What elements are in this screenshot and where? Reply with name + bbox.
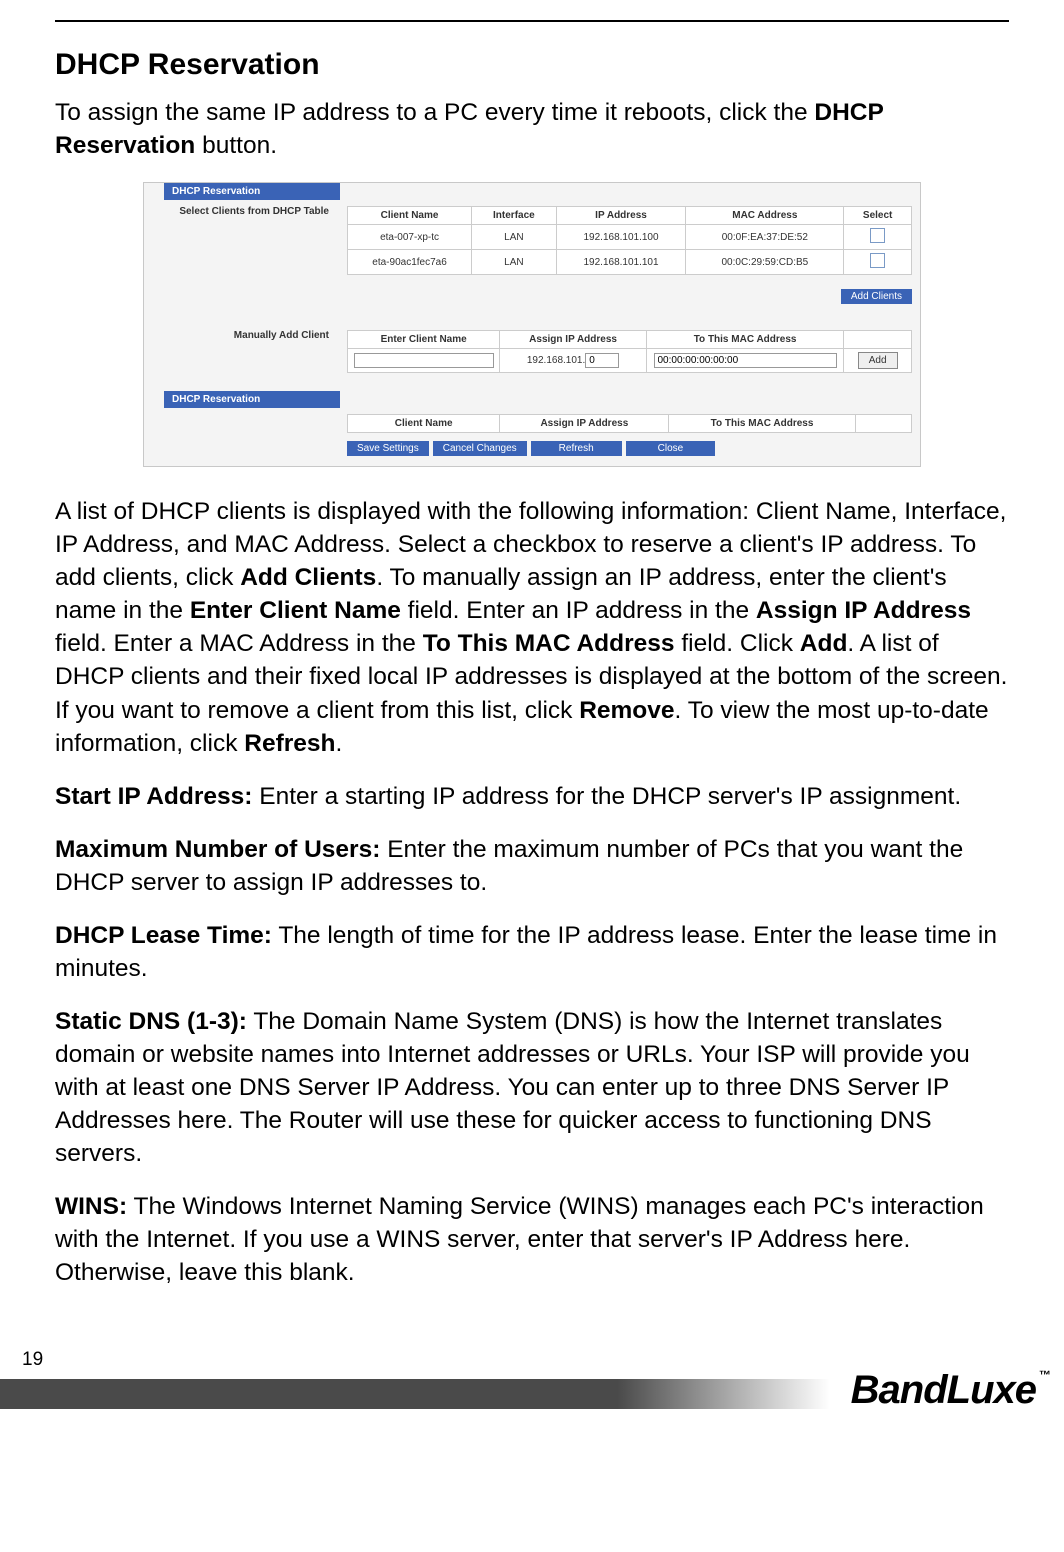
- mac-input[interactable]: [654, 353, 837, 368]
- text: To assign the same IP address to a PC ev…: [55, 99, 814, 126]
- emphasis: Add: [800, 630, 848, 657]
- cell-name: eta-007-xp-tc: [348, 225, 472, 250]
- text: .: [336, 730, 343, 757]
- col-ip: Assign IP Address: [500, 415, 669, 433]
- emphasis: Assign IP Address: [756, 597, 971, 624]
- checkbox-icon[interactable]: [870, 228, 885, 243]
- col-ip: IP Address: [556, 207, 686, 225]
- dhcp-reservation-screenshot: DHCP Reservation Select Clients from DHC…: [143, 182, 921, 467]
- cell-select[interactable]: [844, 250, 912, 275]
- brand-logo: BandLuxe™: [851, 1368, 1050, 1413]
- text: Enter a starting IP address for the DHCP…: [252, 783, 961, 810]
- panel-title: DHCP Reservation: [164, 391, 340, 408]
- col-interface: Interface: [472, 207, 557, 225]
- cell-mac: 00:0C:29:59:CD:B5: [686, 250, 844, 275]
- field-label: Maximum Number of Users:: [55, 836, 380, 863]
- col-assign-ip: Assign IP Address: [500, 331, 647, 349]
- field-label: Static DNS (1-3):: [55, 1008, 247, 1035]
- trademark-icon: ™: [1039, 1368, 1050, 1382]
- col-name: Client Name: [348, 415, 500, 433]
- text: field. Enter an IP address in the: [401, 597, 756, 624]
- field-label: Start IP Address:: [55, 783, 252, 810]
- checkbox-icon[interactable]: [870, 253, 885, 268]
- button-toolbar: Save Settings Cancel Changes Refresh Clo…: [347, 441, 912, 456]
- table-row: 192.168.101. Add: [348, 349, 912, 373]
- cell-ip: 192.168.101.100: [556, 225, 686, 250]
- emphasis: To This MAC Address: [423, 630, 675, 657]
- table-header-row: Client Name Interface IP Address MAC Add…: [348, 207, 912, 225]
- col-mac: MAC Address: [686, 207, 844, 225]
- ip-last-octet-input[interactable]: [585, 353, 619, 368]
- col-add: [844, 331, 912, 349]
- assign-ip-cell: 192.168.101.: [500, 349, 647, 373]
- table-row: eta-007-xp-tc LAN 192.168.101.100 00:0F:…: [348, 225, 912, 250]
- col-mac: To This MAC Address: [669, 415, 855, 433]
- ip-prefix: 192.168.101.: [527, 355, 585, 366]
- reservation-list-table: Client Name Assign IP Address To This MA…: [347, 414, 912, 433]
- table-header-row: Client Name Assign IP Address To This MA…: [348, 415, 912, 433]
- body-paragraph: Maximum Number of Users: Enter the maxim…: [55, 833, 1009, 899]
- col-select: Select: [844, 207, 912, 225]
- section-label: Select Clients from DHCP Table: [144, 200, 339, 314]
- text: field. Enter a MAC Address in the: [55, 630, 423, 657]
- client-name-cell[interactable]: [348, 349, 500, 373]
- table-header-row: Enter Client Name Assign IP Address To T…: [348, 331, 912, 349]
- save-settings-button[interactable]: Save Settings: [347, 441, 429, 456]
- body-paragraph: DHCP Lease Time: The length of time for …: [55, 919, 1009, 985]
- field-label: DHCP Lease Time:: [55, 922, 272, 949]
- col-enter-name: Enter Client Name: [348, 331, 500, 349]
- cell-name: eta-90ac1fec7a6: [348, 250, 472, 275]
- text: button.: [195, 132, 277, 159]
- dhcp-client-table: Client Name Interface IP Address MAC Add…: [347, 206, 912, 275]
- body-paragraph: Static DNS (1-3): The Domain Name System…: [55, 1005, 1009, 1170]
- add-clients-button[interactable]: Add Clients: [841, 289, 912, 304]
- cell-select[interactable]: [844, 225, 912, 250]
- emphasis: Add Clients: [240, 564, 376, 591]
- cell-iface: LAN: [472, 225, 557, 250]
- cell-ip: 192.168.101.101: [556, 250, 686, 275]
- refresh-button[interactable]: Refresh: [531, 441, 622, 456]
- emphasis: Refresh: [244, 730, 335, 757]
- logo-text: BandLuxe: [851, 1368, 1036, 1412]
- cancel-changes-button[interactable]: Cancel Changes: [433, 441, 527, 456]
- section-heading: DHCP Reservation: [55, 48, 1009, 82]
- body-paragraph: WINS: The Windows Internet Naming Servic…: [55, 1190, 1009, 1289]
- client-name-input[interactable]: [354, 353, 494, 368]
- close-button[interactable]: Close: [626, 441, 716, 456]
- add-cell: Add: [844, 349, 912, 373]
- panel-title: DHCP Reservation: [164, 183, 340, 200]
- emphasis: Remove: [579, 697, 674, 724]
- section-label: Manually Add Client: [144, 324, 339, 383]
- cell-mac: 00:0F:EA:37:DE:52: [686, 225, 844, 250]
- add-button[interactable]: Add: [858, 352, 898, 369]
- page-footer: 19 BandLuxe™: [0, 1349, 1064, 1409]
- manual-add-table: Enter Client Name Assign IP Address To T…: [347, 330, 912, 373]
- emphasis: Enter Client Name: [190, 597, 401, 624]
- intro-paragraph: To assign the same IP address to a PC ev…: [55, 96, 1009, 162]
- footer-bar: BandLuxe™: [0, 1379, 1064, 1409]
- cell-iface: LAN: [472, 250, 557, 275]
- col-mac: To This MAC Address: [646, 331, 843, 349]
- col-blank: [855, 415, 911, 433]
- mac-cell[interactable]: [646, 349, 843, 373]
- table-row: eta-90ac1fec7a6 LAN 192.168.101.101 00:0…: [348, 250, 912, 275]
- col-client-name: Client Name: [348, 207, 472, 225]
- text: field. Click: [675, 630, 800, 657]
- text: The Windows Internet Naming Service (WIN…: [55, 1193, 984, 1286]
- body-paragraph: A list of DHCP clients is displayed with…: [55, 495, 1009, 760]
- field-label: WINS:: [55, 1193, 127, 1220]
- body-paragraph: Start IP Address: Enter a starting IP ad…: [55, 780, 1009, 813]
